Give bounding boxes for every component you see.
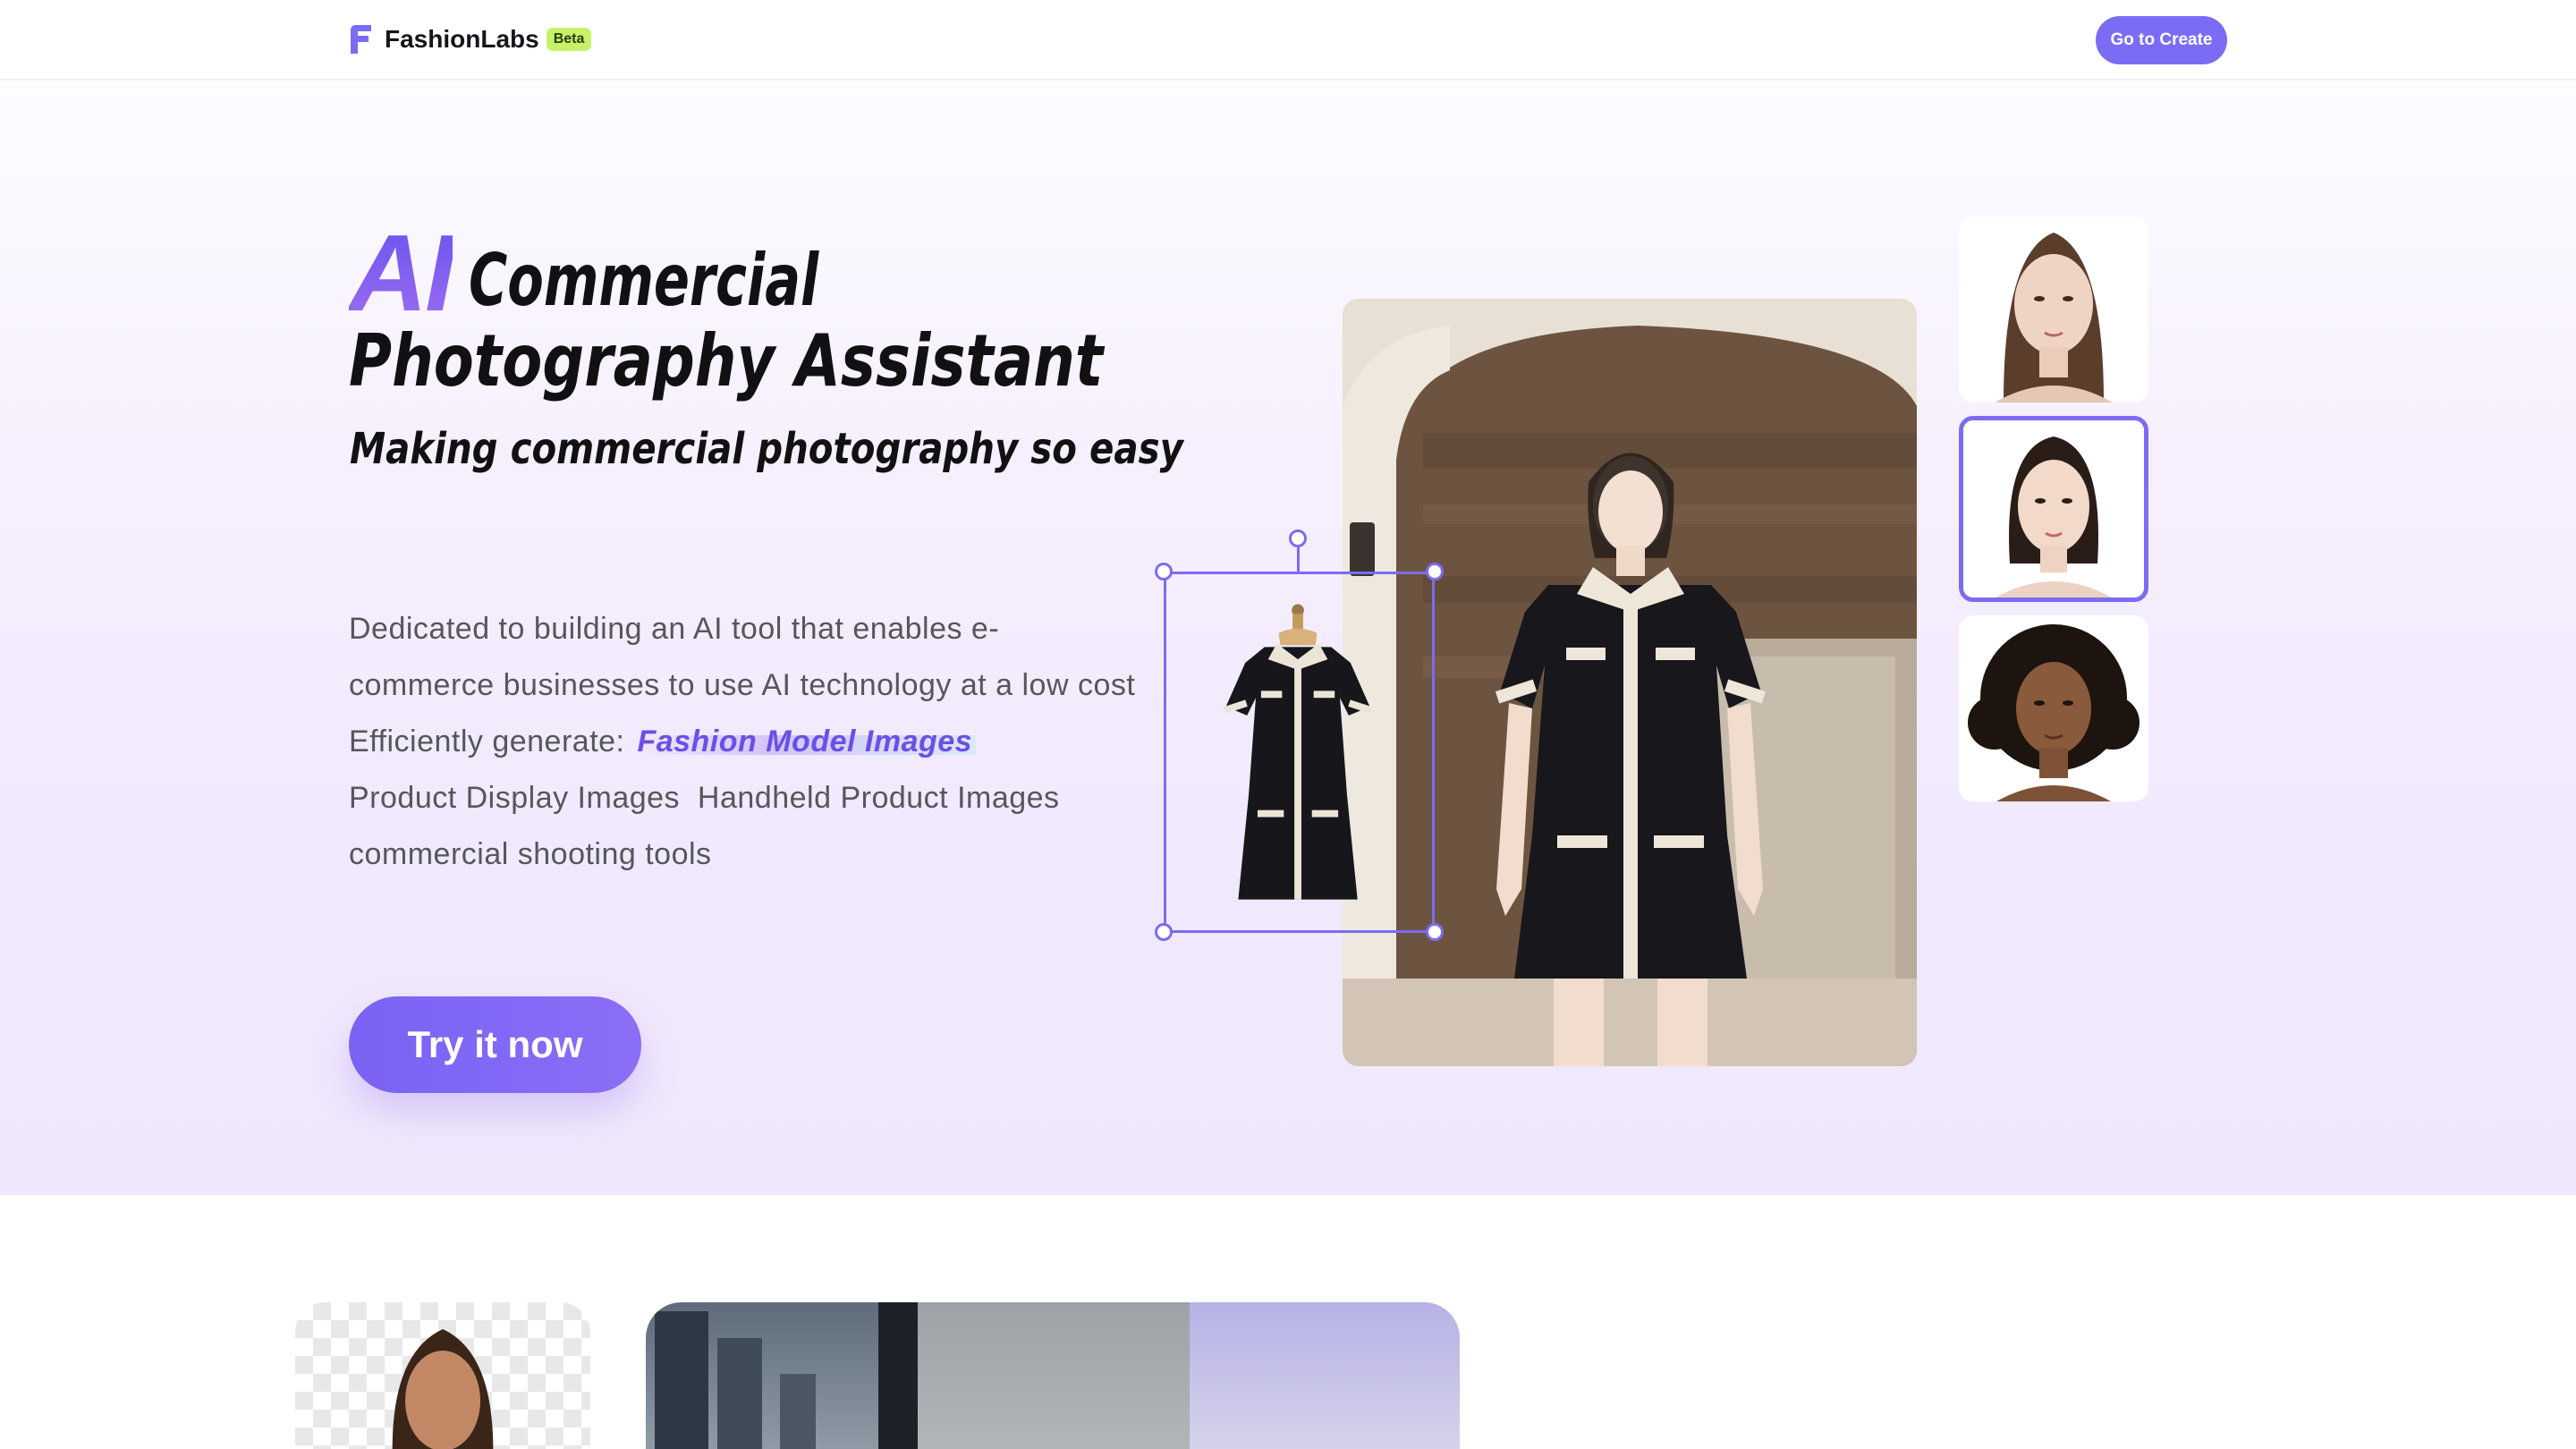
mannequin-dress-image xyxy=(1224,604,1372,900)
brand-name: FashionLabs xyxy=(385,25,539,53)
model-face-image xyxy=(1959,615,2148,801)
generate-line: Efficiently generate: Fashion Model Imag… xyxy=(349,714,1136,770)
generate-items: Product Display Images Handheld Product … xyxy=(349,781,1060,815)
crop-rotate-handle[interactable] xyxy=(1289,530,1307,547)
model-cutout-image xyxy=(392,1329,494,1449)
lavender-scene-panel xyxy=(1190,1302,1460,1449)
headline-ai-word: AI xyxy=(349,212,455,334)
studio-model-image xyxy=(918,1302,1190,1449)
description-text: Dedicated to building an AI tool that en… xyxy=(349,612,1136,702)
studio-scene-panel xyxy=(918,1302,1190,1449)
hero-description: Dedicated to building an AI tool that en… xyxy=(349,601,1136,883)
city-scene-panel xyxy=(646,1302,918,1449)
model-thumbnail-2-selected[interactable] xyxy=(1959,416,2148,602)
try-it-now-button[interactable]: Try it now xyxy=(349,996,641,1093)
background-removal-preview-card xyxy=(295,1302,590,1449)
brand-logo[interactable]: FashionLabs Beta xyxy=(347,23,592,55)
crop-handle-top-left[interactable] xyxy=(1155,563,1173,580)
hero-section: AI Commercial Photography Assistant Maki… xyxy=(0,82,2576,1195)
scene-variation-preview-card xyxy=(646,1302,1460,1449)
generate-prefix: Efficiently generate: xyxy=(349,724,634,758)
model-thumbnail-1[interactable] xyxy=(1959,216,2148,402)
model-face-image xyxy=(1959,216,2148,402)
hero-headline: AI Commercial Photography Assistant xyxy=(349,216,1154,404)
generate-highlight: Fashion Model Images xyxy=(633,724,977,758)
generate-items-2: commercial shooting tools xyxy=(349,837,712,871)
crop-handle-bottom-left[interactable] xyxy=(1155,923,1173,941)
top-navigation-bar: FashionLabs Beta Go to Create xyxy=(0,0,2576,80)
hero-subtitle: Making commercial photography so easy xyxy=(350,424,1183,474)
headline-line1: Commercial xyxy=(469,239,819,322)
crop-handle-bottom-right[interactable] xyxy=(1426,923,1444,941)
model-thumbnail-3[interactable] xyxy=(1959,615,2148,801)
crop-handle-top-right[interactable] xyxy=(1426,563,1444,580)
lavender-model-image xyxy=(1190,1302,1460,1449)
headline-line2: Photography Assistant xyxy=(349,319,1104,402)
city-buildings-image xyxy=(655,1302,918,1449)
fashionlabs-logo-icon xyxy=(351,25,371,54)
crop-rotate-stem xyxy=(1297,547,1300,572)
garment-crop-box[interactable] xyxy=(1164,572,1435,933)
go-to-create-button[interactable]: Go to Create xyxy=(2096,16,2227,64)
beta-badge: Beta xyxy=(546,28,592,51)
model-face-image xyxy=(1963,420,2144,597)
